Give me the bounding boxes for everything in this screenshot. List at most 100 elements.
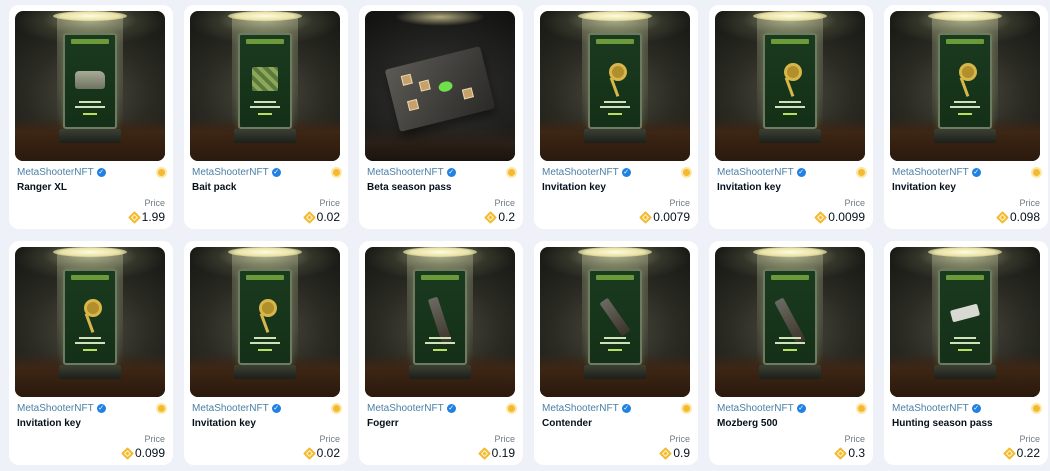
collection-name[interactable]: MetaShooterNFT bbox=[367, 403, 444, 414]
price: 0.0099 bbox=[814, 210, 865, 224]
bnb-icon bbox=[121, 446, 134, 460]
price-label: Price bbox=[669, 198, 690, 208]
bnb-icon bbox=[1002, 446, 1016, 460]
nft-name[interactable]: Invitation key bbox=[192, 418, 256, 429]
nft-thumbnail[interactable] bbox=[715, 247, 865, 397]
bnb-icon bbox=[834, 446, 848, 460]
nft-thumbnail[interactable] bbox=[715, 11, 865, 161]
nft-name[interactable]: Ranger XL bbox=[17, 182, 67, 193]
display-case bbox=[238, 33, 292, 129]
collection-link[interactable]: MetaShooterNFT ✓ bbox=[367, 403, 456, 414]
collection-name[interactable]: MetaShooterNFT bbox=[542, 403, 619, 414]
nft-name[interactable]: Invitation key bbox=[892, 182, 956, 193]
nft-name[interactable]: Fogerr bbox=[367, 418, 399, 429]
collection-link[interactable]: MetaShooterNFT ✓ bbox=[892, 403, 981, 414]
key-icon bbox=[256, 299, 277, 333]
nft-thumbnail[interactable] bbox=[15, 247, 165, 397]
nft-name[interactable]: Mozberg 500 bbox=[717, 418, 778, 429]
key-icon bbox=[781, 63, 802, 97]
nft-card[interactable]: MetaShooterNFT ✓ Invitation key Price 0.0… bbox=[884, 5, 1048, 229]
bnb-chain-icon bbox=[856, 167, 867, 178]
nft-thumbnail[interactable] bbox=[365, 11, 515, 161]
ticket-icon bbox=[949, 303, 981, 323]
collection-link[interactable]: MetaShooterNFT ✓ bbox=[17, 167, 106, 178]
nft-card[interactable]: MetaShooterNFT ✓ Fogerr Price 0.19 bbox=[359, 241, 523, 465]
nft-card[interactable]: MetaShooterNFT ✓ Mozberg 500 Price 0.3 bbox=[709, 241, 873, 465]
nft-card[interactable]: MetaShooterNFT ✓ Hunting season pass Pric… bbox=[884, 241, 1048, 465]
car-icon bbox=[75, 71, 105, 89]
price: 0.0079 bbox=[639, 210, 690, 224]
lamp-icon bbox=[403, 247, 477, 257]
nft-card[interactable]: MetaShooterNFT ✓ Invitation key Price 0.0… bbox=[709, 5, 873, 229]
price-label: Price bbox=[494, 198, 515, 208]
bnb-icon bbox=[639, 210, 653, 224]
nft-thumbnail[interactable] bbox=[15, 11, 165, 161]
collection-name[interactable]: MetaShooterNFT bbox=[717, 167, 794, 178]
collection-link[interactable]: MetaShooterNFT ✓ bbox=[192, 403, 281, 414]
price-value: 0.0079 bbox=[653, 210, 690, 224]
collection-name[interactable]: MetaShooterNFT bbox=[17, 167, 94, 178]
price-value: 0.02 bbox=[316, 210, 340, 224]
nft-card[interactable]: MetaShooterNFT ✓ Ranger XL Price 1.99 bbox=[9, 5, 173, 229]
nft-thumbnail[interactable] bbox=[890, 247, 1040, 397]
price-label: Price bbox=[319, 198, 340, 208]
price-value: 0.0099 bbox=[828, 210, 865, 224]
nft-card[interactable]: MetaShooterNFT ✓ Invitation key Price 0.0… bbox=[184, 241, 348, 465]
display-case bbox=[63, 33, 117, 129]
price: 0.02 bbox=[302, 446, 340, 460]
price-label: Price bbox=[844, 434, 865, 444]
nft-name[interactable]: Contender bbox=[542, 418, 592, 429]
verified-icon: ✓ bbox=[971, 404, 981, 413]
nft-card[interactable]: MetaShooterNFT ✓ Beta season pass Price 0… bbox=[359, 5, 523, 229]
verified-icon: ✓ bbox=[96, 404, 106, 413]
nft-card[interactable]: MetaShooterNFT ✓ Contender Price 0.9 bbox=[534, 241, 698, 465]
rifle-icon bbox=[599, 297, 631, 337]
nft-card[interactable]: MetaShooterNFT ✓ Invitation key Price 0.0… bbox=[9, 241, 173, 465]
price-value: 0.2 bbox=[498, 210, 515, 224]
nft-thumbnail[interactable] bbox=[890, 11, 1040, 161]
price-label: Price bbox=[494, 434, 515, 444]
bnb-chain-icon bbox=[506, 403, 517, 414]
bnb-chain-icon bbox=[331, 167, 342, 178]
nft-thumbnail[interactable] bbox=[540, 247, 690, 397]
verified-icon: ✓ bbox=[96, 168, 106, 177]
key-icon bbox=[81, 299, 102, 333]
nft-card[interactable]: MetaShooterNFT ✓ Invitation key Price 0.0… bbox=[534, 5, 698, 229]
collection-name[interactable]: MetaShooterNFT bbox=[192, 167, 269, 178]
price-value: 0.099 bbox=[134, 446, 165, 460]
collection-name[interactable]: MetaShooterNFT bbox=[192, 403, 269, 414]
collection-link[interactable]: MetaShooterNFT ✓ bbox=[542, 403, 631, 414]
display-case bbox=[588, 269, 642, 365]
display-case bbox=[938, 33, 992, 129]
nft-thumbnail[interactable] bbox=[190, 11, 340, 161]
collection-name[interactable]: MetaShooterNFT bbox=[17, 403, 94, 414]
nft-name[interactable]: Invitation key bbox=[17, 418, 81, 429]
nft-thumbnail[interactable] bbox=[365, 247, 515, 397]
collection-link[interactable]: MetaShooterNFT ✓ bbox=[892, 167, 981, 178]
price-value: 1.99 bbox=[141, 210, 165, 224]
collection-name[interactable]: MetaShooterNFT bbox=[367, 167, 444, 178]
nft-name[interactable]: Beta season pass bbox=[367, 182, 452, 193]
collection-link[interactable]: MetaShooterNFT ✓ bbox=[542, 167, 631, 178]
nft-card[interactable]: MetaShooterNFT ✓ Bait pack Price 0.02 bbox=[184, 5, 348, 229]
collection-link[interactable]: MetaShooterNFT ✓ bbox=[17, 403, 106, 414]
collection-link[interactable]: MetaShooterNFT ✓ bbox=[367, 167, 456, 178]
collection-link[interactable]: MetaShooterNFT ✓ bbox=[717, 403, 806, 414]
nft-thumbnail[interactable] bbox=[540, 11, 690, 161]
price-value: 0.098 bbox=[1009, 210, 1040, 224]
nft-name[interactable]: Hunting season pass bbox=[892, 418, 993, 429]
price: 0.098 bbox=[996, 210, 1040, 224]
nft-name[interactable]: Bait pack bbox=[192, 182, 236, 193]
collection-name[interactable]: MetaShooterNFT bbox=[892, 403, 969, 414]
collection-link[interactable]: MetaShooterNFT ✓ bbox=[717, 167, 806, 178]
nft-name[interactable]: Invitation key bbox=[717, 182, 781, 193]
collection-name[interactable]: MetaShooterNFT bbox=[717, 403, 794, 414]
nft-name[interactable]: Invitation key bbox=[542, 182, 606, 193]
display-case bbox=[413, 269, 467, 365]
bnb-chain-icon bbox=[681, 403, 692, 414]
collection-name[interactable]: MetaShooterNFT bbox=[542, 167, 619, 178]
bnb-icon bbox=[814, 210, 828, 224]
collection-link[interactable]: MetaShooterNFT ✓ bbox=[192, 167, 281, 178]
nft-thumbnail[interactable] bbox=[190, 247, 340, 397]
collection-name[interactable]: MetaShooterNFT bbox=[892, 167, 969, 178]
